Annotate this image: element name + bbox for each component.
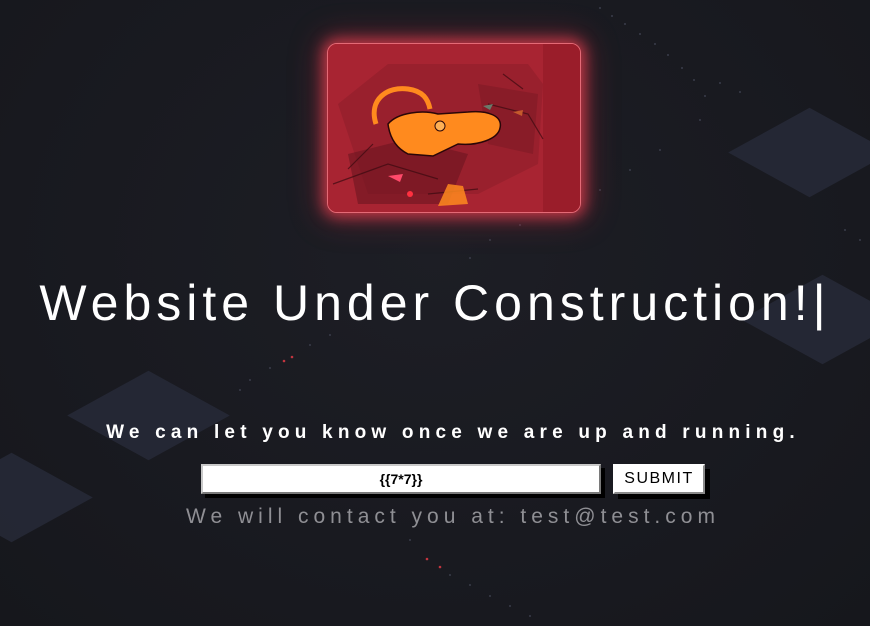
notify-form: SUBMIT	[201, 464, 711, 500]
submit-button[interactable]: SUBMIT	[613, 464, 705, 494]
contact-message: We will contact you at: test@test.com	[186, 505, 720, 528]
page-subtitle: We can let you know once we are up and r…	[106, 422, 800, 443]
email-input[interactable]	[201, 464, 601, 494]
hero-image	[327, 43, 581, 213]
hero-illustration	[328, 44, 580, 212]
page: Website Under Construction!| We can let …	[0, 0, 870, 626]
page-title: Website Under Construction!|	[39, 275, 831, 331]
